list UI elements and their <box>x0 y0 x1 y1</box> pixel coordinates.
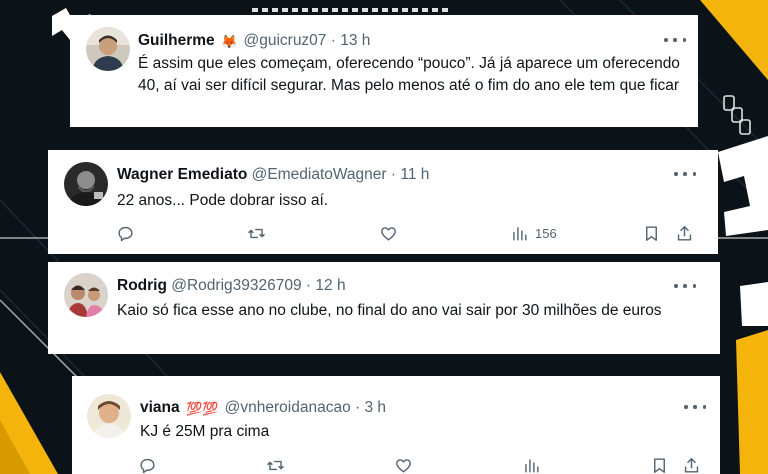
tweet-actions: 156 <box>116 224 706 248</box>
tweet-card[interactable]: Wagner Emediato @EmediatoWagner · 11 h 2… <box>48 150 718 254</box>
avatar[interactable] <box>64 273 108 317</box>
tweet-header: viana 💯💯 @vnheroidanacao · 3 h <box>140 398 386 419</box>
tweet-header: Wagner Emediato @EmediatoWagner · 11 h <box>117 165 429 185</box>
tweet-text: 22 anos... Pode dobrar isso aí. <box>117 192 329 209</box>
avatar-image <box>64 273 108 317</box>
retweet-icon <box>248 228 265 239</box>
bookmark-icon <box>654 458 665 473</box>
avatar-image <box>64 162 108 206</box>
tweet-header: Rodrig @Rodrig39326709 · 12 h <box>117 276 346 296</box>
display-name[interactable]: Guilherme <box>138 32 215 49</box>
retweet-icon <box>267 460 284 471</box>
retweet-button[interactable] <box>247 224 266 243</box>
separator-dot: · <box>305 277 312 294</box>
timestamp[interactable]: 12 h <box>315 277 345 294</box>
avatar-image <box>86 27 130 71</box>
reply-button[interactable] <box>138 456 157 474</box>
views-button[interactable] <box>522 456 541 474</box>
views-count: 156 <box>535 226 557 241</box>
share-icon <box>684 458 699 473</box>
hundred-emoji-badge: 💯💯 <box>185 401 219 416</box>
like-button[interactable] <box>394 456 413 474</box>
views-icon <box>513 227 527 241</box>
share-button[interactable] <box>675 224 694 243</box>
bookmark-button[interactable] <box>650 456 669 474</box>
tweet-text: KJ é 25M pra cima <box>140 423 270 440</box>
more-icon[interactable] <box>664 33 686 47</box>
user-handle[interactable]: @EmediatoWagner <box>252 166 387 183</box>
tweet-text: É assim que eles começam, oferecendo “po… <box>138 55 680 94</box>
timestamp[interactable]: 11 h <box>400 166 429 183</box>
like-icon <box>381 227 396 241</box>
bookmark-icon <box>646 226 657 241</box>
reply-icon <box>140 458 155 474</box>
retweet-button[interactable] <box>266 456 285 474</box>
share-icon <box>677 226 692 241</box>
more-icon[interactable] <box>674 167 696 181</box>
user-handle[interactable]: @vnheroidanacao <box>225 399 351 416</box>
reply-icon <box>118 226 133 242</box>
separator-dot: · <box>355 399 361 416</box>
avatar-image <box>87 394 131 438</box>
bookmark-button[interactable] <box>642 224 661 243</box>
reply-button[interactable] <box>116 224 135 243</box>
like-button[interactable] <box>379 224 398 243</box>
user-handle[interactable]: @Rodrig39326709 <box>171 277 301 294</box>
tweet-card[interactable]: Guilherme 🦊 @guicruz07 · 13 h É assim qu… <box>70 15 698 127</box>
tweet-card[interactable]: Rodrig @Rodrig39326709 · 12 h Kaio só fi… <box>48 262 720 354</box>
user-handle[interactable]: @guicruz07 <box>243 32 326 49</box>
views-button[interactable]: 156 <box>510 224 557 243</box>
timestamp[interactable]: 13 h <box>340 32 370 49</box>
avatar[interactable] <box>87 394 131 438</box>
display-name[interactable]: Rodrig <box>117 277 167 294</box>
share-button[interactable] <box>682 456 701 474</box>
avatar[interactable] <box>86 27 130 71</box>
like-icon <box>396 459 411 473</box>
views-icon <box>525 459 539 473</box>
more-icon[interactable] <box>684 400 706 414</box>
more-icon[interactable] <box>674 279 696 293</box>
separator-dot: · <box>330 32 336 49</box>
separator-dot: · <box>390 166 397 183</box>
tweet-text: Kaio só fica esse ano no clube, no final… <box>117 302 662 319</box>
tweet-card[interactable]: viana 💯💯 @vnheroidanacao · 3 h KJ é 25M … <box>72 376 720 474</box>
tweet-actions <box>138 456 701 474</box>
timestamp[interactable]: 3 h <box>364 399 386 416</box>
display-name[interactable]: Wagner Emediato <box>117 166 247 183</box>
avatar[interactable] <box>64 162 108 206</box>
display-name[interactable]: viana <box>140 399 180 416</box>
tweet-header: Guilherme 🦊 @guicruz07 · 13 h <box>138 31 370 52</box>
fox-emoji-badge: 🦊 <box>220 34 238 49</box>
